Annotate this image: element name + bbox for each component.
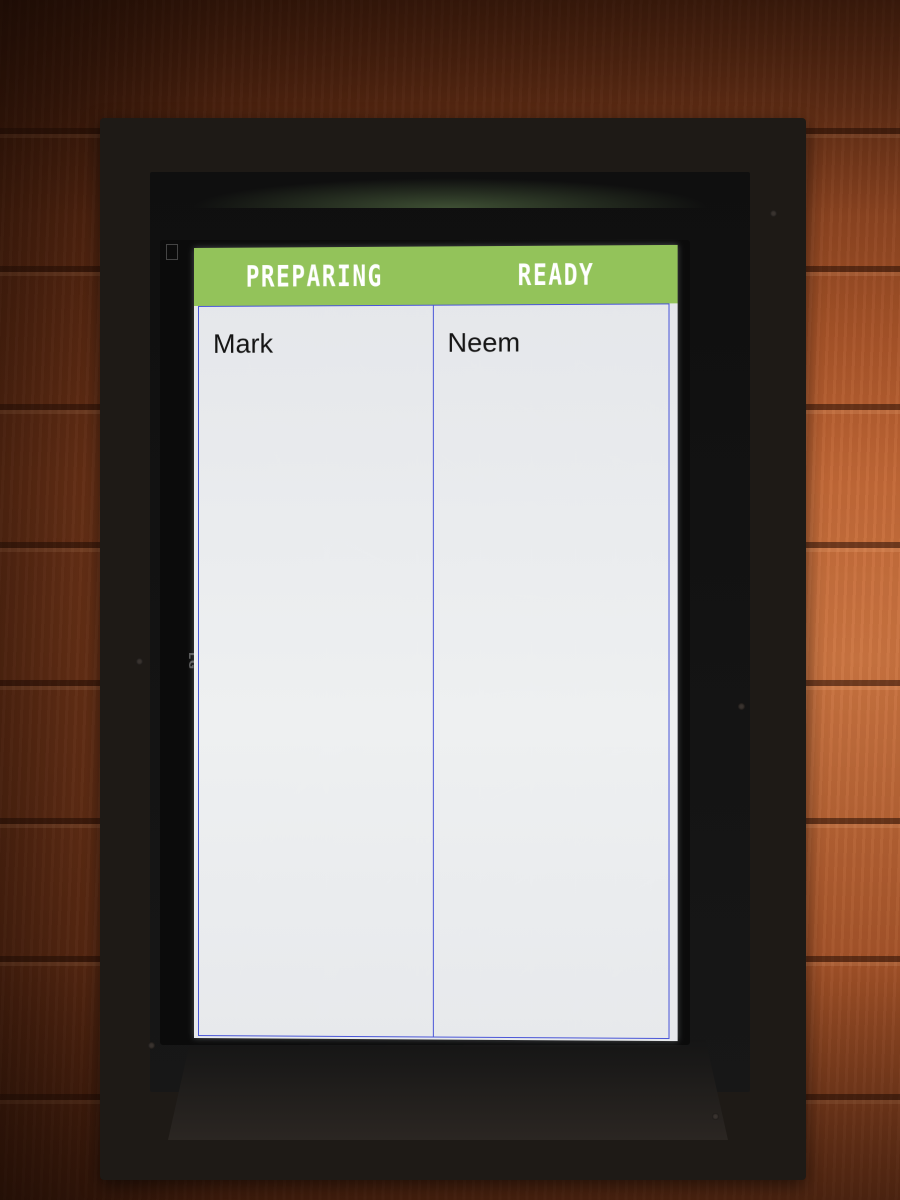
frame-bolt: [148, 1042, 155, 1049]
status-header: PREPARING READY: [194, 244, 678, 306]
ready-title: READY: [517, 257, 595, 293]
frame-bolt: [738, 703, 745, 710]
ready-order-name: Neem: [447, 327, 521, 358]
preparing-title: PREPARING: [245, 258, 383, 294]
screen-glow: [190, 178, 710, 208]
status-board: Mark Neem: [197, 303, 670, 1040]
frame-bolt: [770, 210, 777, 217]
frame-ledge: [168, 1040, 728, 1140]
preparing-column: Mark: [199, 306, 432, 1037]
ready-column: Neem: [432, 304, 669, 1039]
bezel-sensor: [166, 244, 178, 260]
wood-wall-scene: LG PREPARING READY Mark Neem: [0, 0, 900, 1200]
frame-bolt: [712, 1113, 719, 1120]
order-status-screen: PREPARING READY Mark Neem: [194, 244, 678, 1042]
preparing-order-name: Mark: [213, 328, 274, 359]
frame-bolt: [136, 658, 143, 665]
